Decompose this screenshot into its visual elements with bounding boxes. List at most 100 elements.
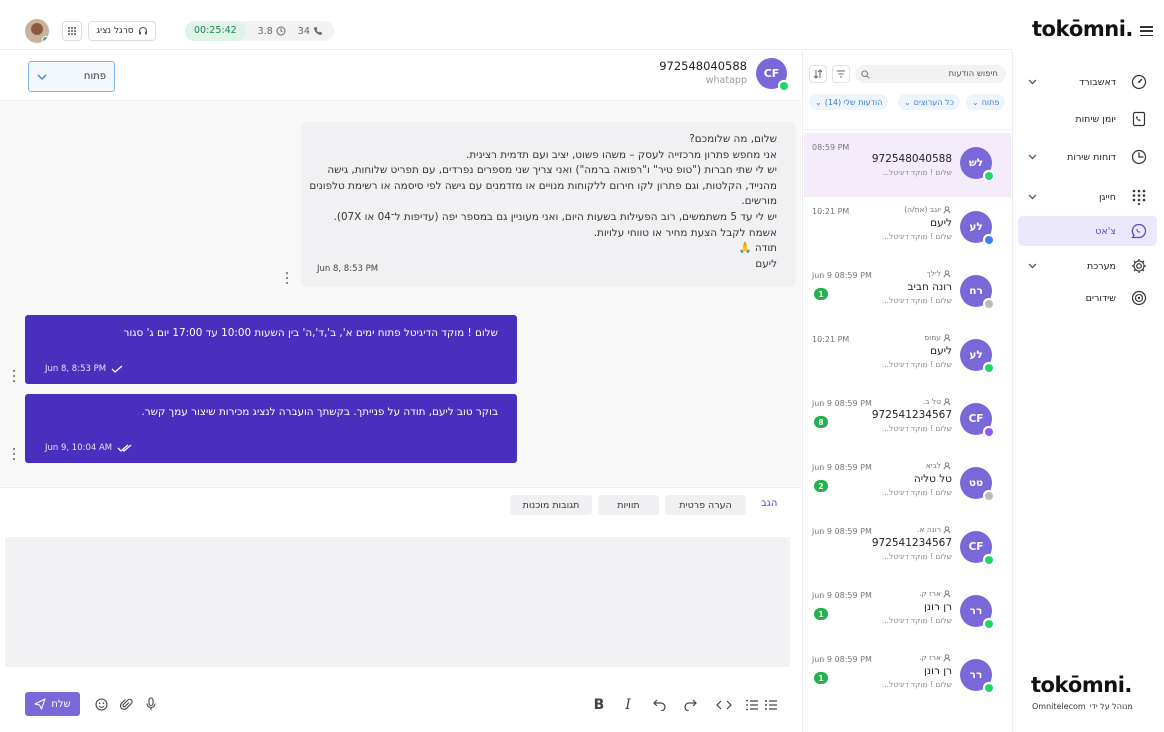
bullet-list-icon[interactable] <box>762 697 778 713</box>
conversation-preview: שלום ! מוקד דיגיטל... <box>881 168 952 177</box>
tags-button[interactable]: תוויות <box>598 495 659 515</box>
calls-stat: 34 <box>298 26 323 37</box>
conversation-time: 10:21 PM <box>812 335 850 344</box>
status-dropdown[interactable]: פתוח <box>28 61 115 92</box>
conversation-name: טל טליה <box>913 473 952 485</box>
redo-icon[interactable] <box>682 697 698 713</box>
sent-check-icon <box>111 365 123 373</box>
chat-icon <box>1131 223 1147 239</box>
code-icon[interactable] <box>716 697 732 713</box>
contact-channel: whatapp <box>705 75 747 86</box>
conversation-item[interactable]: רח לילך רונה חביב שלום ! מוקד דיגיטל... jun … <box>804 261 1011 325</box>
tab-private-note[interactable]: הערה פרטית <box>665 495 746 515</box>
channel-icon <box>983 490 994 501</box>
chevron-down-icon: ⌄ <box>904 97 911 107</box>
assigned-agent: לילך <box>927 269 951 278</box>
send-icon <box>34 698 46 710</box>
undo-icon[interactable] <box>652 697 668 713</box>
conversation-item[interactable]: רר ארז ק. רן רונן שלום ! מוקד דיגיטל... jun … <box>804 581 1011 645</box>
incoming-message-line: יש לי עד 5 משתמשים, רוב הפעילות בשעות הי… <box>333 210 777 223</box>
incoming-message-line: אשמח לקבל הצעת מחיר או טווחי עלויות. <box>593 226 777 239</box>
conversation-item[interactable]: לע יוגב (את/ה) ליעם שלום ! מוקד דיגיטל... 10… <box>804 197 1011 261</box>
nav-item[interactable]: חייגן <box>1018 182 1157 212</box>
assigned-agent: עמוס <box>924 333 951 342</box>
agent-bar-button[interactable]: סרגל נציג <box>88 21 156 41</box>
conversation-avatar: לע <box>960 211 994 245</box>
channel-icon <box>983 618 994 629</box>
italic-icon[interactable]: I <box>620 697 636 713</box>
nav-item-label: דאשבורד <box>1079 76 1116 88</box>
conversation-name: רן רונן <box>924 601 952 613</box>
user-avatar[interactable] <box>25 19 49 43</box>
nav-item-label: שידורים <box>1085 292 1116 304</box>
conversation-item[interactable]: טט לביא טל טליה שלום ! מוקד דיגיטל... jun 9 … <box>804 453 1011 517</box>
nav-item[interactable]: דאשבורד <box>1018 67 1157 97</box>
conversation-time: jun 9 08:59 PM <box>812 591 872 600</box>
unread-count-badge: 2 <box>814 480 828 492</box>
chevron-down-icon: ⌄ <box>972 97 979 107</box>
emoji-icon[interactable] <box>93 696 109 712</box>
nav-item[interactable]: דוחות שירות <box>1018 142 1157 172</box>
chevron-down-icon <box>1028 79 1037 85</box>
conversation-preview: שלום ! מוקד דיגיטל... <box>881 616 952 625</box>
conversation-name: ליעם <box>930 217 952 229</box>
filter-status-chip[interactable]: פתוח ⌄ <box>966 94 1006 110</box>
message-editor[interactable] <box>5 537 790 667</box>
nav-item-label: יומן שיחות <box>1075 113 1116 125</box>
conversation-item[interactable]: CF טל ב. 972541234567 שלום ! מוקד דיגיטל...… <box>804 389 1011 453</box>
conversation-preview: שלום ! מוקד דיגיטל... <box>881 488 952 497</box>
nav-item-label: חייגן <box>1099 191 1116 203</box>
footer-managed-by: מנוהל על ידי <box>1089 702 1133 711</box>
filter-channel-chip[interactable]: כל הערוצים ⌄ <box>898 94 960 110</box>
conversation-name: רונה חביב <box>907 281 952 293</box>
unread-count-badge: 1 <box>814 288 828 300</box>
outgoing-message-menu-icon[interactable] <box>11 448 17 460</box>
footer-caption: Omnitelecom מנוהל על ידי <box>1032 702 1133 711</box>
conversation-item[interactable]: לע עמוס ליעם שלום ! מוקד דיגיטל... 10:21 PM <box>804 325 1011 389</box>
unread-count-badge: 8 <box>814 416 828 428</box>
bold-icon[interactable]: B <box>591 697 607 713</box>
nav-item[interactable]: יומן שיחות <box>1018 104 1157 134</box>
reports-icon <box>1131 149 1147 165</box>
conversation-name: 972541234567 <box>871 537 952 549</box>
conversation-avatar: CF <box>960 403 994 437</box>
sort-button[interactable] <box>809 65 827 83</box>
search-input[interactable]: חיפוש הודעות <box>855 65 1006 83</box>
assigned-agent: טל ב. <box>923 397 951 406</box>
conversation-item[interactable]: CF רונה א. 972541234567 שלום ! מוקד דיגיטל.… <box>804 517 1011 581</box>
filter-button[interactable] <box>832 65 850 83</box>
assigned-agent: ארז ק. <box>919 653 951 662</box>
canned-responses-button[interactable]: תגובות מוכנות <box>510 495 592 515</box>
send-button[interactable]: שלח <box>25 692 80 716</box>
conversation-preview: שלום ! מוקד דיגיטל... <box>881 296 952 305</box>
attachment-icon[interactable] <box>118 696 134 712</box>
menu-icon[interactable] <box>1140 26 1153 36</box>
conversation-item[interactable]: רר ארז ק. רן רונן שלום ! מוקד דיגיטל... jun … <box>804 645 1011 709</box>
channel-icon <box>983 170 994 181</box>
conversation-preview: שלום ! מוקד דיגיטל... <box>881 552 952 561</box>
dialpad-button[interactable] <box>62 21 82 41</box>
outgoing-message-menu-icon[interactable] <box>11 370 17 382</box>
conversation-time: jun 9 08:59 PM <box>812 399 872 408</box>
filter-mine-chip[interactable]: הודעות שלי (14) ⌄ <box>809 94 889 110</box>
conversation-name: ליעם <box>930 345 952 357</box>
unread-count-badge: 1 <box>814 608 828 620</box>
conversation-item[interactable]: לש 972548040588 שלום ! מוקד דיגיטל... 08:59… <box>804 133 1011 197</box>
nav-item[interactable]: מערכת <box>1018 251 1157 281</box>
call-log-icon <box>1131 111 1147 127</box>
online-status-dot <box>42 36 49 43</box>
incoming-message-line: מהנייד, הקלטות, וגם פתרון לקו חירום ללקו… <box>309 179 777 192</box>
nav-item[interactable]: צ'אט <box>1018 216 1157 246</box>
channel-icon <box>983 298 994 309</box>
nav-item[interactable]: שידורים <box>1018 283 1157 313</box>
incoming-message-menu-icon[interactable] <box>284 272 290 284</box>
numbered-list-icon[interactable] <box>743 697 759 713</box>
contact-avatar[interactable]: CF <box>756 58 789 91</box>
conversation-avatar: רר <box>960 595 994 629</box>
chevron-down-icon: ⌄ <box>815 97 822 107</box>
tab-reply[interactable]: הגב <box>761 498 777 509</box>
chevron-down-icon <box>1028 263 1037 269</box>
chevron-down-icon <box>37 74 47 80</box>
assigned-agent: רונה א. <box>917 525 951 534</box>
microphone-icon[interactable] <box>143 696 159 712</box>
